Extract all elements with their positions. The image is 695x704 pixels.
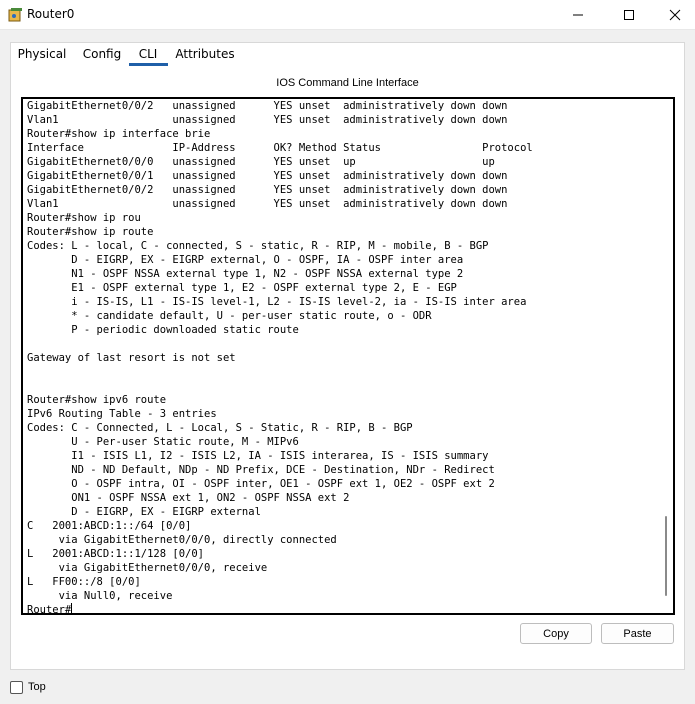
window-title: Router0 [27, 7, 75, 21]
terminal-line: GigabitEthernet0/0/1 unassigned YES unse… [27, 170, 508, 182]
minimize-icon [573, 14, 583, 16]
active-tab-indicator [129, 63, 168, 66]
copy-button[interactable]: Copy [520, 623, 592, 644]
text-cursor [71, 603, 73, 613]
terminal-line: Gateway of last resort is not set [27, 352, 236, 364]
terminal-line: IPv6 Routing Table - 3 entries [27, 408, 217, 420]
terminal-line: GigabitEthernet0/0/0 unassigned YES unse… [27, 156, 495, 168]
terminal-line: P - periodic downloaded static route [27, 324, 299, 336]
terminal-line: L FF00::/8 [0/0] [27, 576, 141, 588]
terminal-line: I1 - ISIS L1, I2 - ISIS L2, IA - ISIS in… [27, 450, 489, 462]
terminal-line: Router#show ip route [27, 226, 154, 238]
terminal-line: D - EIGRP, EX - EIGRP external, O - OSPF… [27, 254, 464, 266]
terminal-line: GigabitEthernet0/0/2 unassigned YES unse… [27, 184, 508, 196]
maximize-button[interactable] [606, 0, 652, 30]
terminal-line: Interface IP-Address OK? Method Status P… [27, 142, 533, 154]
terminal-line: Router#show ip interface brie [27, 128, 211, 140]
terminal-line: ON1 - OSPF NSSA ext 1, ON2 - OSPF NSSA e… [27, 492, 350, 504]
paste-button[interactable]: Paste [601, 623, 674, 644]
terminal-line: via GigabitEthernet0/0/0, receive [27, 562, 268, 574]
scrollbar-thumb[interactable] [665, 516, 667, 596]
router-icon [8, 8, 22, 22]
terminal-line: GigabitEthernet0/0/2 unassigned YES unse… [27, 100, 508, 112]
top-label: Top [28, 681, 46, 693]
terminal-line: Vlan1 unassigned YES unset administrativ… [27, 198, 508, 210]
close-button[interactable] [652, 0, 695, 30]
terminal-line: ND - ND Default, NDp - ND Prefix, DCE - … [27, 464, 495, 476]
minimize-button[interactable] [555, 0, 601, 30]
tab-attributes[interactable]: Attributes [175, 42, 235, 66]
terminal-line: via Null0, receive [27, 590, 173, 602]
terminal-line: E1 - OSPF external type 1, E2 - OSPF ext… [27, 282, 457, 294]
terminal-line: U - Per-user Static route, M - MIPv6 [27, 436, 299, 448]
terminal-line: C 2001:ABCD:1::/64 [0/0] [27, 520, 192, 532]
tab-config[interactable]: Config [81, 42, 123, 66]
terminal-scrollbar[interactable] [661, 99, 671, 613]
title-bar: Router0 [0, 0, 695, 30]
cli-terminal[interactable]: GigabitEthernet0/0/2 unassigned YES unse… [21, 97, 675, 615]
terminal-line: Codes: L - local, C - connected, S - sta… [27, 240, 489, 252]
terminal-output: GigabitEthernet0/0/2 unassigned YES unse… [27, 99, 533, 615]
tab-physical[interactable]: Physical [14, 42, 70, 66]
close-icon [669, 9, 681, 21]
cli-header: IOS Command Line Interface [276, 77, 419, 89]
terminal-line: * - candidate default, U - per-user stat… [27, 310, 432, 322]
top-checkbox[interactable] [10, 681, 23, 694]
terminal-line: L 2001:ABCD:1::1/128 [0/0] [27, 548, 205, 560]
terminal-line: O - OSPF intra, OI - OSPF inter, OE1 - O… [27, 478, 495, 490]
terminal-line: i - IS-IS, L1 - IS-IS level-1, L2 - IS-I… [27, 296, 527, 308]
terminal-line: Router#show ip rou [27, 212, 141, 224]
terminal-line: Codes: C - Connected, L - Local, S - Sta… [27, 422, 413, 434]
terminal-line: Router# [27, 603, 73, 615]
terminal-line: via GigabitEthernet0/0/0, directly conne… [27, 534, 337, 546]
terminal-line: Vlan1 unassigned YES unset administrativ… [27, 114, 508, 126]
terminal-line: Router#show ipv6 route [27, 394, 167, 406]
maximize-icon [624, 10, 634, 20]
terminal-line: N1 - OSPF NSSA external type 1, N2 - OSP… [27, 268, 464, 280]
terminal-line: D - EIGRP, EX - EIGRP external [27, 506, 261, 518]
